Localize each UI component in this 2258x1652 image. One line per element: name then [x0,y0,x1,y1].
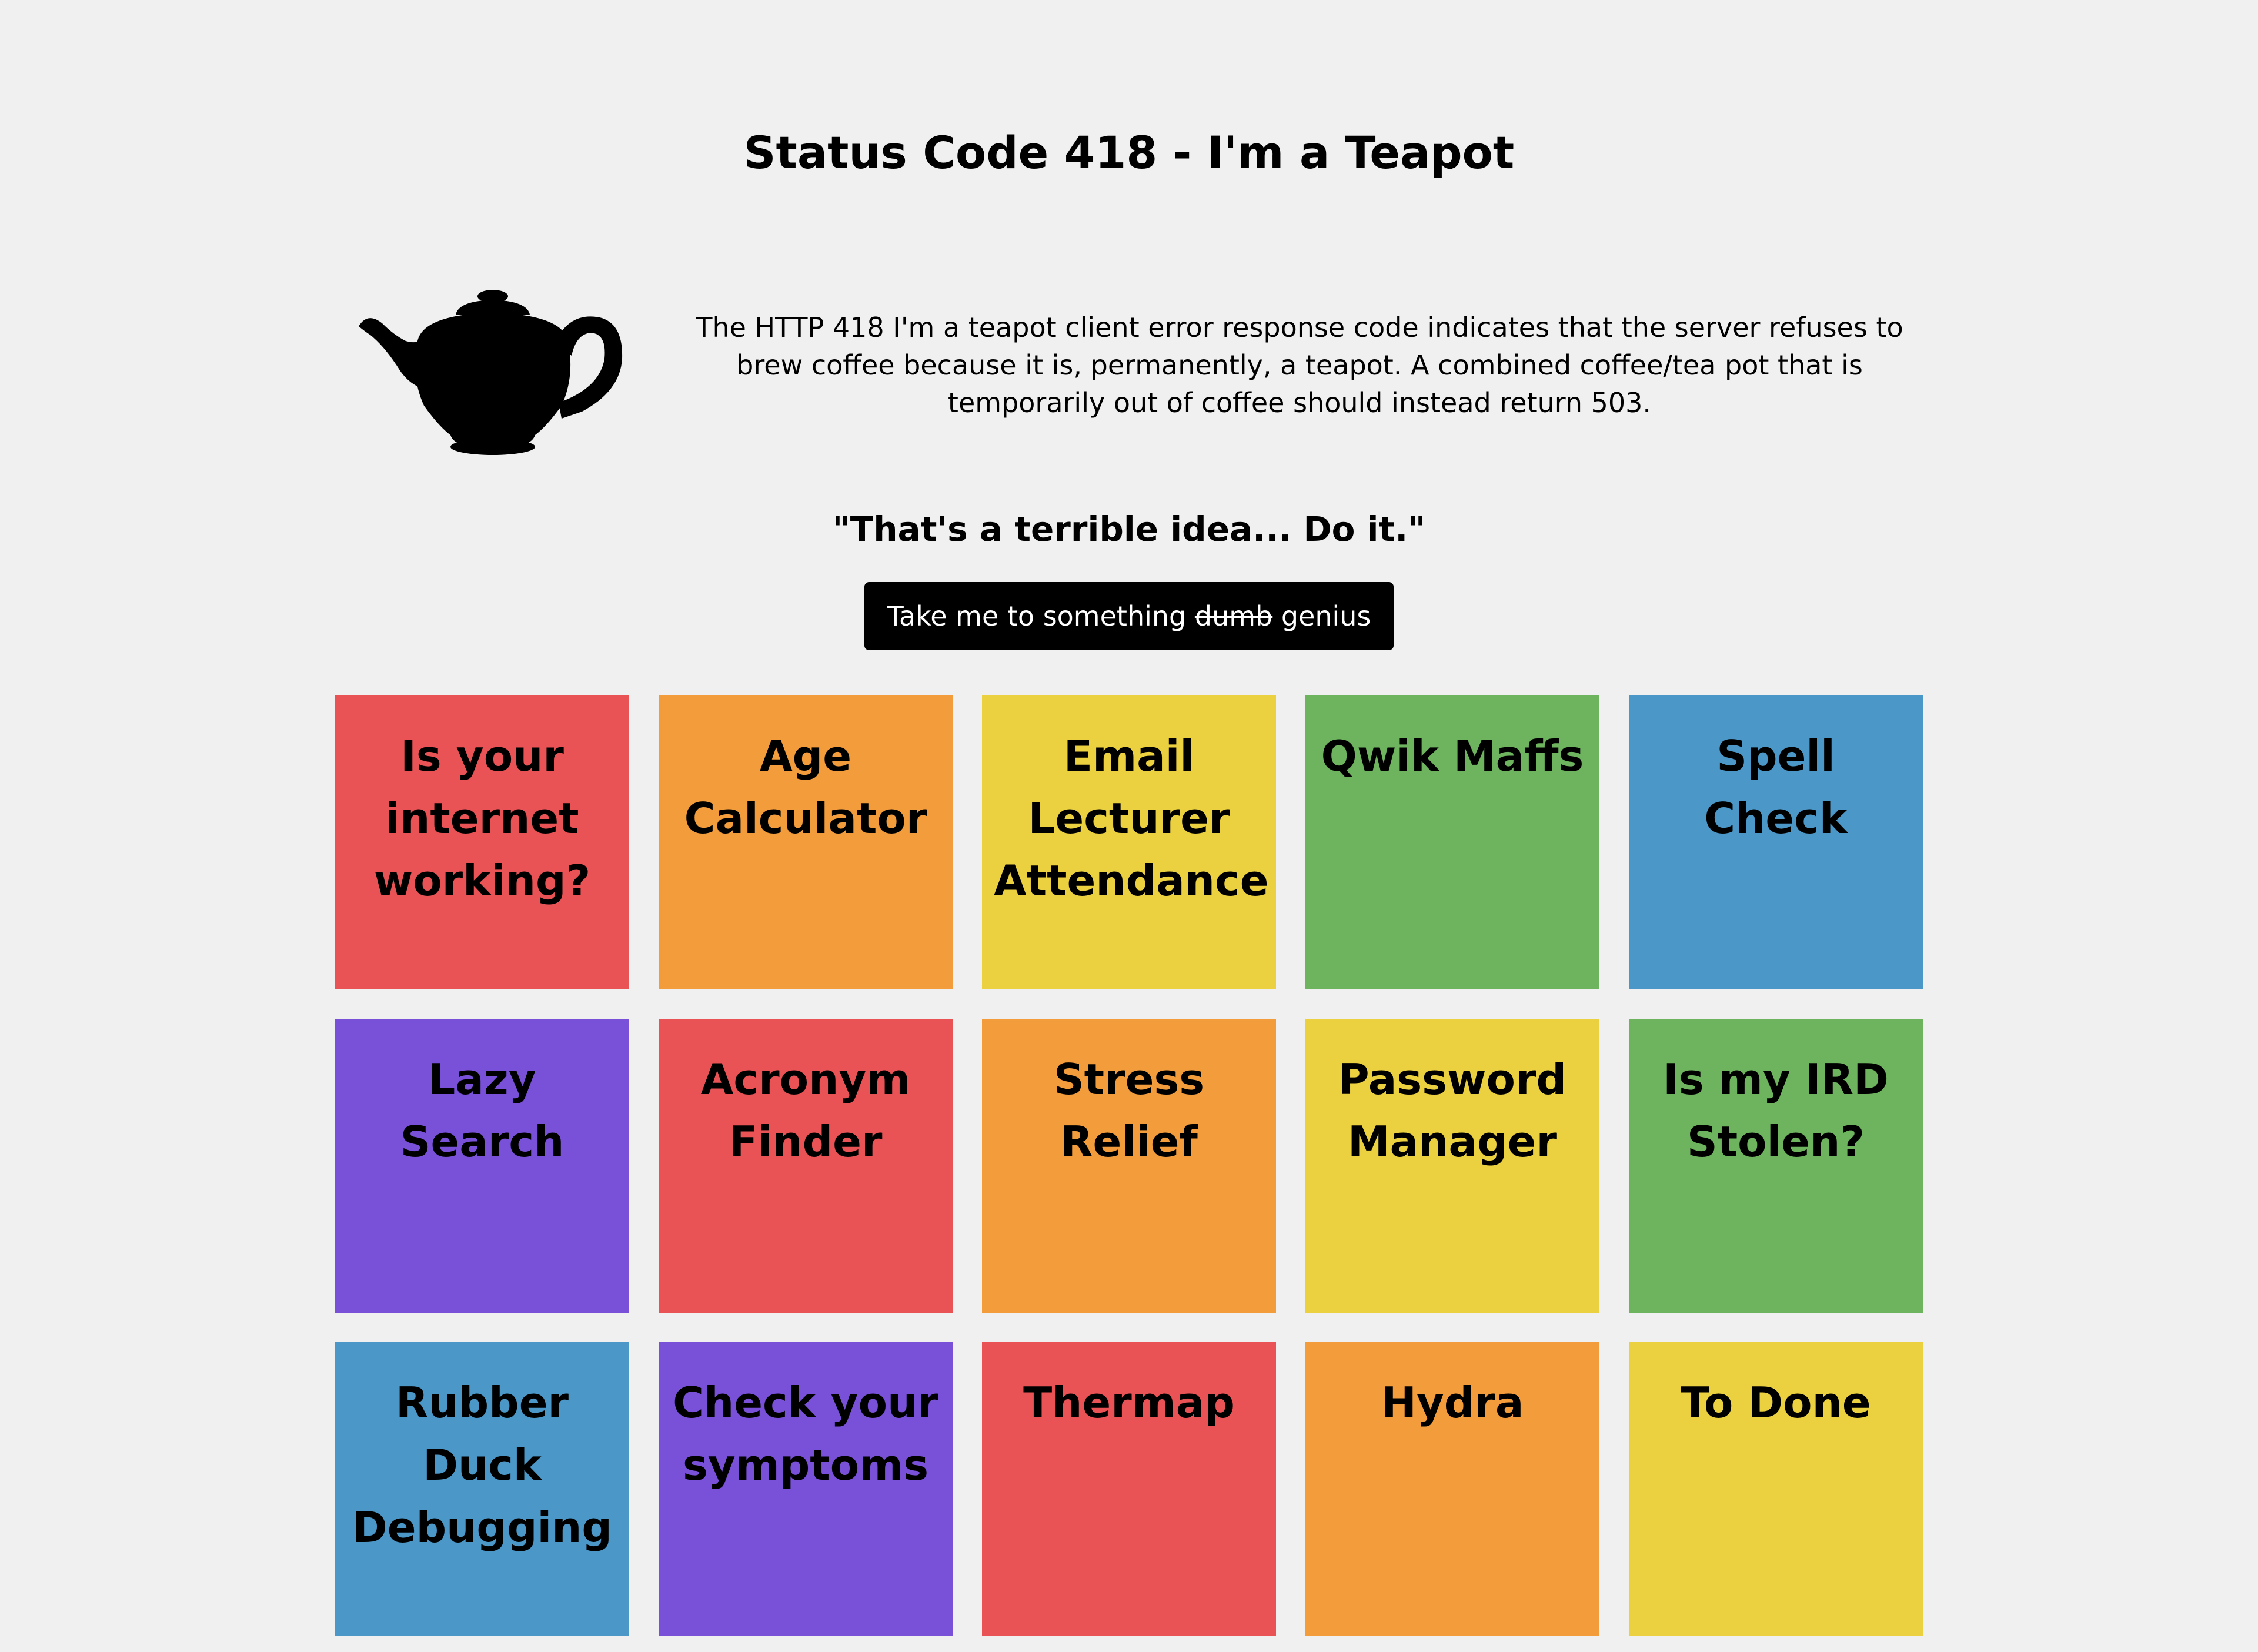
tile-is-your-internet-working[interactable]: Is your internet working? [335,695,629,989]
tile-password-manager[interactable]: Password Manager [1305,1019,1599,1313]
intro-section: The HTTP 418 I'm a teapot client error r… [353,282,1940,470]
tile-qwik-maffs[interactable]: Qwik Maffs [1305,695,1599,989]
tile-is-my-ird-stolen[interactable]: Is my IRD Stolen? [1629,1019,1923,1313]
tile-thermap[interactable]: Thermap [982,1342,1276,1636]
tile-stress-relief[interactable]: Stress Relief [982,1019,1276,1313]
take-me-somewhere-button[interactable]: Take me to something dumb genius [864,582,1394,650]
page-title: Status Code 418 - I'm a Teapot [743,126,1515,179]
tile-rubber-duck-debugging[interactable]: Rubber Duck Debugging [335,1342,629,1636]
cta-struck-word: dumb [1194,600,1273,632]
tile-age-calculator[interactable]: Age Calculator [659,695,953,989]
tile-check-your-symptoms[interactable]: Check your symptoms [659,1342,953,1636]
cta-suffix: genius [1281,600,1371,632]
cta-prefix: Take me to something [887,600,1187,632]
tile-acronym-finder[interactable]: Acronym Finder [659,1019,953,1313]
intro-description: The HTTP 418 I'm a teapot client error r… [696,312,1903,419]
tile-to-done[interactable]: To Done [1629,1342,1923,1636]
tile-email-lecturer-attendance[interactable]: Email Lecturer Attendance [982,695,1276,989]
quote: "That's a terrible idea... Do it." [832,509,1426,549]
tile-spell-check[interactable]: Spell Check [1629,695,1923,989]
tile-hydra[interactable]: Hydra [1305,1342,1599,1636]
tile-lazy-search[interactable]: Lazy Search [335,1019,629,1313]
teapot-icon [359,290,623,455]
